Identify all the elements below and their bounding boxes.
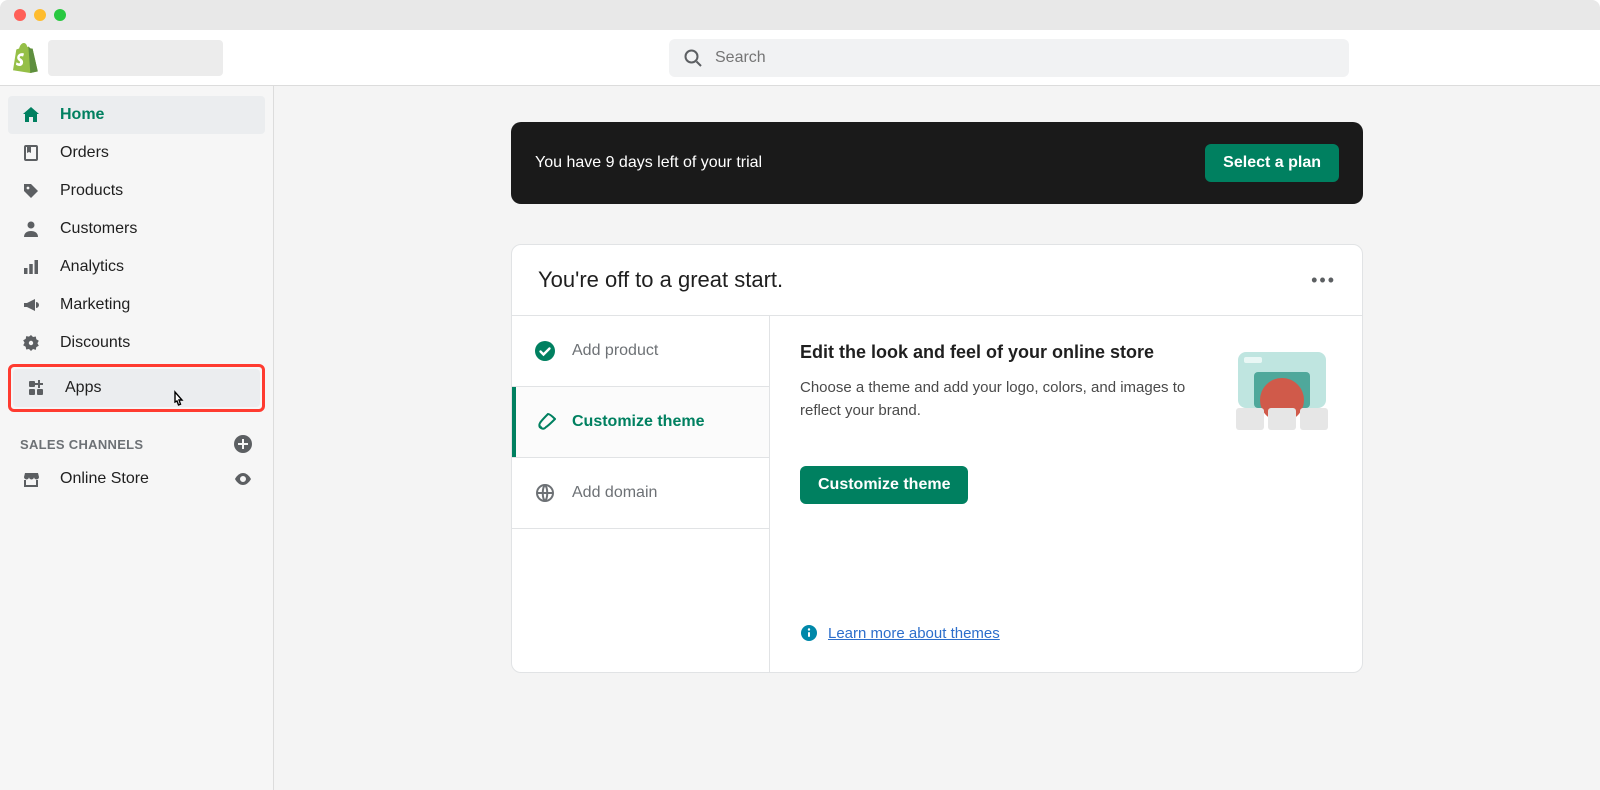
- onboarding-steps: Add product Customize theme: [512, 316, 770, 672]
- sales-channels-section: SALES CHANNELS Online Store: [8, 434, 265, 498]
- window-zoom-dot[interactable]: [54, 9, 66, 21]
- sidebar-item-label: Customers: [60, 220, 137, 238]
- search-container: [669, 39, 1349, 77]
- search-input[interactable]: [713, 48, 1335, 68]
- sales-channels-header: SALES CHANNELS: [8, 434, 265, 454]
- store-name-placeholder: [48, 40, 223, 76]
- apps-highlight-box: Apps: [8, 364, 265, 412]
- shopify-logo-icon: [12, 43, 38, 73]
- sidebar-item-home[interactable]: Home: [8, 96, 265, 134]
- sidebar: Home Orders Products Customers Analytics: [0, 86, 274, 790]
- sidebar-item-products[interactable]: Products: [8, 172, 265, 210]
- home-icon: [20, 105, 42, 125]
- analytics-icon: [20, 257, 42, 277]
- onboarding-title: You're off to a great start.: [538, 267, 783, 293]
- customers-icon: [20, 219, 42, 239]
- sidebar-item-label: Analytics: [60, 258, 124, 276]
- view-store-icon[interactable]: [233, 469, 253, 489]
- sidebar-item-discounts[interactable]: Discounts: [8, 324, 265, 362]
- brush-icon: [534, 411, 556, 433]
- onboarding-detail: Edit the look and feel of your online st…: [770, 316, 1362, 672]
- window-minimize-dot[interactable]: [34, 9, 46, 21]
- window-title-bar: [0, 0, 1600, 30]
- sidebar-item-label: Apps: [65, 379, 101, 397]
- search-field[interactable]: [669, 39, 1349, 77]
- theme-illustration-icon: [1232, 342, 1332, 432]
- discounts-icon: [20, 333, 42, 353]
- step-label: Add product: [572, 342, 658, 360]
- step-add-product[interactable]: Add product: [512, 316, 769, 387]
- trial-banner-text: You have 9 days left of your trial: [535, 154, 762, 172]
- brand-block: [12, 40, 223, 76]
- store-icon: [20, 469, 42, 489]
- customize-theme-button[interactable]: Customize theme: [800, 466, 968, 504]
- apps-icon: [25, 378, 47, 398]
- detail-body: Choose a theme and add your logo, colors…: [800, 377, 1202, 422]
- sidebar-item-analytics[interactable]: Analytics: [8, 248, 265, 286]
- step-add-domain[interactable]: Add domain: [512, 458, 769, 529]
- step-label: Add domain: [572, 484, 657, 502]
- sidebar-item-label: Discounts: [60, 334, 130, 352]
- orders-icon: [20, 143, 42, 163]
- learn-more-link[interactable]: Learn more about themes: [828, 625, 1000, 642]
- onboarding-card-header: You're off to a great start. •••: [512, 245, 1362, 316]
- card-more-icon[interactable]: •••: [1311, 270, 1336, 291]
- window-close-dot[interactable]: [14, 9, 26, 21]
- sidebar-item-label: Orders: [60, 144, 109, 162]
- marketing-icon: [20, 295, 42, 315]
- step-label: Customize theme: [572, 413, 704, 431]
- sidebar-item-online-store[interactable]: Online Store: [8, 460, 265, 498]
- select-plan-button[interactable]: Select a plan: [1205, 144, 1339, 182]
- sidebar-item-label: Online Store: [60, 470, 149, 488]
- onboarding-card: You're off to a great start. ••• Add pro…: [511, 244, 1363, 673]
- add-channel-button[interactable]: [233, 434, 253, 454]
- sidebar-item-apps[interactable]: Apps: [13, 369, 260, 407]
- sidebar-item-marketing[interactable]: Marketing: [8, 286, 265, 324]
- globe-icon: [534, 482, 556, 504]
- info-icon: [800, 624, 818, 642]
- sidebar-item-label: Home: [60, 106, 104, 124]
- learn-more-row: Learn more about themes: [800, 624, 1332, 642]
- sidebar-item-customers[interactable]: Customers: [8, 210, 265, 248]
- trial-banner: You have 9 days left of your trial Selec…: [511, 122, 1363, 204]
- products-icon: [20, 181, 42, 201]
- detail-heading: Edit the look and feel of your online st…: [800, 342, 1202, 363]
- sidebar-item-orders[interactable]: Orders: [8, 134, 265, 172]
- search-icon: [683, 48, 703, 68]
- sales-channels-label: SALES CHANNELS: [20, 437, 143, 452]
- sidebar-item-label: Marketing: [60, 296, 130, 314]
- top-header: [0, 30, 1600, 86]
- sidebar-item-label: Products: [60, 182, 123, 200]
- main-area: You have 9 days left of your trial Selec…: [274, 86, 1600, 790]
- check-icon: [534, 340, 556, 362]
- step-customize-theme[interactable]: Customize theme: [512, 387, 769, 458]
